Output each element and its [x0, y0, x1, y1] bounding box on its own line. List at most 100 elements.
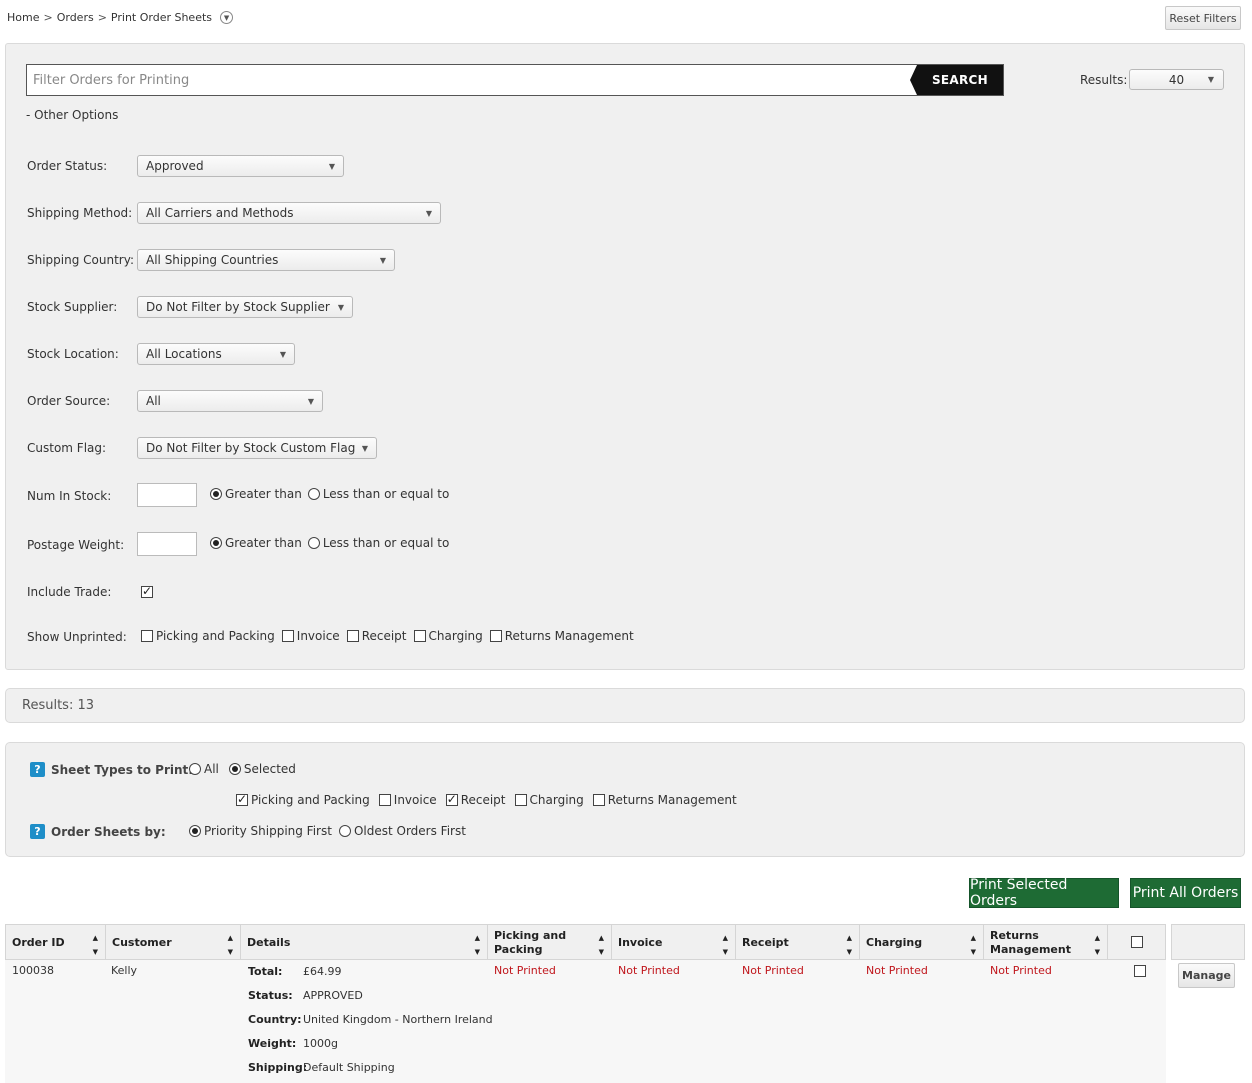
results-count-bar: Results: 13 — [5, 688, 1245, 723]
checkbox[interactable] — [141, 630, 153, 642]
num-in-stock-greater-option[interactable]: Greater than — [210, 487, 302, 501]
column-header-picking[interactable]: Picking and Packing ▲ ▼ — [488, 925, 612, 959]
column-header-invoice[interactable]: Invoice ▲ ▼ — [612, 925, 736, 959]
search-input[interactable] — [27, 65, 917, 95]
show-unprinted-options: Picking and Packing Invoice Receipt Char… — [141, 629, 634, 643]
option-label: Selected — [243, 762, 296, 776]
sort-icon[interactable]: ▲ ▼ — [93, 931, 98, 959]
radio-selected[interactable] — [228, 763, 241, 775]
postage-weight-greater-option[interactable]: Greater than — [210, 536, 302, 550]
results-per-page-select[interactable]: 40 ▼ — [1129, 69, 1224, 90]
sheet-charging-option[interactable]: Charging — [514, 793, 584, 807]
stock-supplier-select[interactable]: Do Not Filter by Stock Supplier ▼ — [137, 296, 353, 318]
reset-filters-button[interactable]: Reset Filters — [1165, 6, 1241, 30]
unprinted-picking-option[interactable]: Picking and Packing — [141, 629, 275, 643]
checkbox[interactable] — [489, 630, 502, 642]
manage-button[interactable]: Manage — [1178, 963, 1235, 988]
stock-location-select[interactable]: All Locations ▼ — [137, 343, 295, 365]
radio-unselected[interactable] — [189, 763, 201, 775]
show-unprinted-label: Show Unprinted: — [27, 630, 127, 644]
order-sheets-by-options: Priority Shipping First Oldest Orders Fi… — [189, 824, 466, 838]
sort-icon[interactable]: ▲ ▼ — [971, 931, 976, 959]
header-line: Picking and — [494, 929, 567, 942]
column-header-details[interactable]: Details ▲ ▼ — [241, 925, 488, 959]
breadcrumb: Home > Orders > Print Order Sheets ▼ — [7, 11, 234, 24]
option-label: Receipt — [361, 629, 407, 643]
unprinted-invoice-option[interactable]: Invoice — [281, 629, 340, 643]
sheet-invoice-option[interactable]: Invoice — [378, 793, 437, 807]
unprinted-returns-option[interactable]: Returns Management — [489, 629, 634, 643]
select-all-checkbox[interactable] — [1130, 936, 1143, 948]
postage-weight-input[interactable] — [137, 532, 197, 556]
column-header-order-id[interactable]: Order ID ▲ ▼ — [6, 925, 106, 959]
column-header-label: Customer — [112, 936, 172, 949]
checkbox[interactable] — [281, 630, 294, 642]
print-all-orders-button[interactable]: Print All Orders — [1130, 878, 1241, 908]
dropdown-arrow-icon: ▼ — [1207, 75, 1214, 84]
radio-selected[interactable] — [189, 825, 201, 837]
column-header-returns[interactable]: Returns Management ▲ ▼ — [984, 925, 1108, 959]
column-header-label: Picking and Packing — [494, 927, 566, 957]
chevron-down-icon[interactable]: ▼ — [220, 11, 234, 24]
orders-table-header: Order ID ▲ ▼ Customer ▲ ▼ Details ▲ ▼ Picking … — [5, 924, 1166, 960]
checkbox-checked[interactable] — [236, 792, 248, 806]
column-header-customer[interactable]: Customer ▲ ▼ — [106, 925, 241, 959]
custom-flag-select[interactable]: Do Not Filter by Stock Custom Flag ▼ — [137, 437, 377, 459]
sheet-picking-option[interactable]: Picking and Packing — [236, 792, 370, 807]
sort-icon[interactable]: ▲ ▼ — [723, 931, 728, 959]
help-icon[interactable]: ? — [30, 762, 45, 777]
unprinted-charging-option[interactable]: Charging — [413, 629, 483, 643]
checkbox[interactable] — [378, 794, 391, 806]
sheet-receipt-option[interactable]: Receipt — [445, 792, 506, 807]
order-source-select[interactable]: All ▼ — [137, 390, 323, 412]
row-select-checkbox[interactable] — [1134, 965, 1146, 977]
sort-icon[interactable]: ▲ ▼ — [1095, 931, 1100, 959]
other-options-toggle[interactable]: - Other Options — [26, 108, 118, 122]
checkbox[interactable] — [592, 794, 605, 806]
num-in-stock-label: Num In Stock: — [27, 489, 112, 503]
sort-icon[interactable]: ▲ ▼ — [475, 931, 480, 959]
checkbox[interactable] — [413, 630, 426, 642]
shipping-method-select[interactable]: All Carriers and Methods ▼ — [137, 202, 441, 224]
radio-unselected[interactable] — [338, 825, 351, 837]
radio-unselected[interactable] — [307, 488, 320, 500]
checkbox[interactable] — [346, 630, 359, 642]
order-sheets-by-label: Order Sheets by: — [51, 825, 166, 839]
oldest-orders-option[interactable]: Oldest Orders First — [338, 824, 466, 838]
checkbox[interactable] — [514, 794, 527, 806]
radio-selected[interactable] — [210, 537, 222, 549]
option-label: Less than or equal to — [322, 487, 450, 501]
sort-icon[interactable]: ▲ ▼ — [847, 931, 852, 959]
order-id-cell[interactable]: 100038 — [12, 964, 54, 977]
sheet-types-all-option[interactable]: All — [189, 762, 219, 776]
column-header-charging[interactable]: Charging ▲ ▼ — [860, 925, 984, 959]
column-header-actions — [1171, 924, 1245, 960]
column-header-receipt[interactable]: Receipt ▲ ▼ — [736, 925, 860, 959]
stock-supplier-value: Do Not Filter by Stock Supplier — [146, 300, 330, 314]
checkbox-checked[interactable] — [445, 792, 458, 806]
unprinted-receipt-option[interactable]: Receipt — [346, 629, 407, 643]
print-selected-orders-button[interactable]: Print Selected Orders — [969, 877, 1119, 909]
help-icon[interactable]: ? — [30, 824, 45, 839]
radio-unselected[interactable] — [307, 537, 320, 549]
num-in-stock-less-option[interactable]: Less than or equal to — [307, 487, 450, 501]
breadcrumb-home[interactable]: Home — [7, 11, 39, 24]
postage-weight-less-option[interactable]: Less than or equal to — [307, 536, 449, 550]
detail-value: Default Shipping — [303, 1061, 395, 1074]
breadcrumb-orders[interactable]: Orders — [57, 11, 94, 24]
num-in-stock-input[interactable] — [137, 483, 197, 507]
order-status-select[interactable]: Approved ▼ — [137, 155, 344, 177]
column-header-label: Returns Management — [990, 927, 1071, 957]
sheet-types-selected-option[interactable]: Selected — [228, 762, 296, 776]
custom-flag-label: Custom Flag: — [27, 441, 107, 455]
priority-shipping-option[interactable]: Priority Shipping First — [189, 824, 332, 838]
search-button[interactable]: SEARCH — [910, 65, 1003, 95]
sort-icon[interactable]: ▲ ▼ — [228, 931, 233, 959]
sheet-returns-option[interactable]: Returns Management — [592, 793, 737, 807]
radio-selected[interactable] — [210, 488, 222, 500]
include-trade-checkbox[interactable] — [141, 584, 153, 598]
option-label: Picking and Packing — [251, 793, 370, 807]
shipping-method-label: Shipping Method: — [27, 206, 133, 220]
shipping-country-select[interactable]: All Shipping Countries ▼ — [137, 249, 395, 271]
sort-icon[interactable]: ▲ ▼ — [599, 931, 604, 959]
